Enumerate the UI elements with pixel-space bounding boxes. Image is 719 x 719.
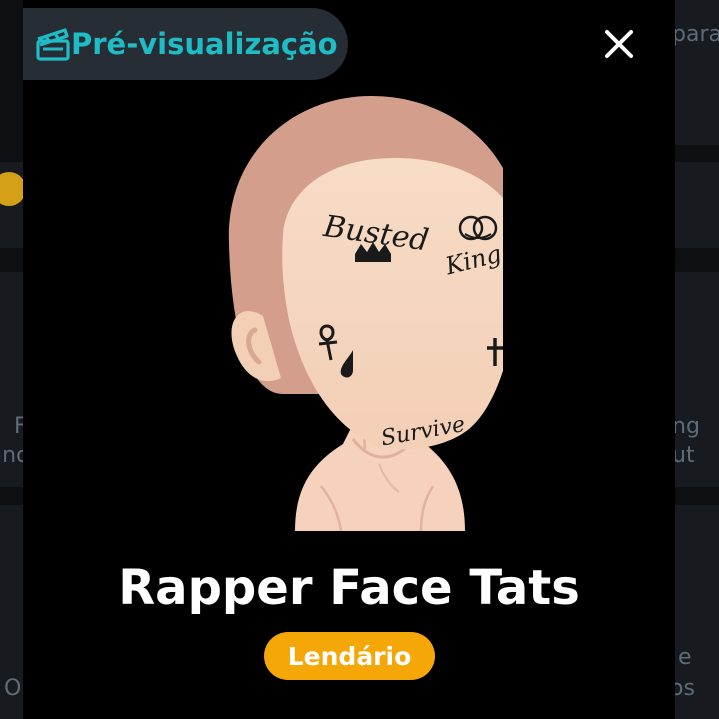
bg-text-fragment: ut [672,443,695,468]
clapperboard-icon [35,25,75,65]
close-button[interactable] [597,22,641,66]
bg-text-fragment: ng [672,414,700,439]
bg-text-fragment: para [672,22,719,47]
avatar-preview: Busted King Survive [228,96,503,531]
item-name: Rapper Face Tats [118,560,580,616]
rarity-badge: Lendário [264,632,435,680]
close-icon [605,30,633,58]
bg-text-fragment: e [678,645,692,670]
bg-card-row-right [675,162,719,248]
preview-modal: Pré-visualização Busted King Survive Rap… [23,0,675,719]
bg-text-fragment: O [4,676,22,701]
preview-title: Pré-visualização [71,27,338,61]
preview-header-pill: Pré-visualização [23,8,348,80]
